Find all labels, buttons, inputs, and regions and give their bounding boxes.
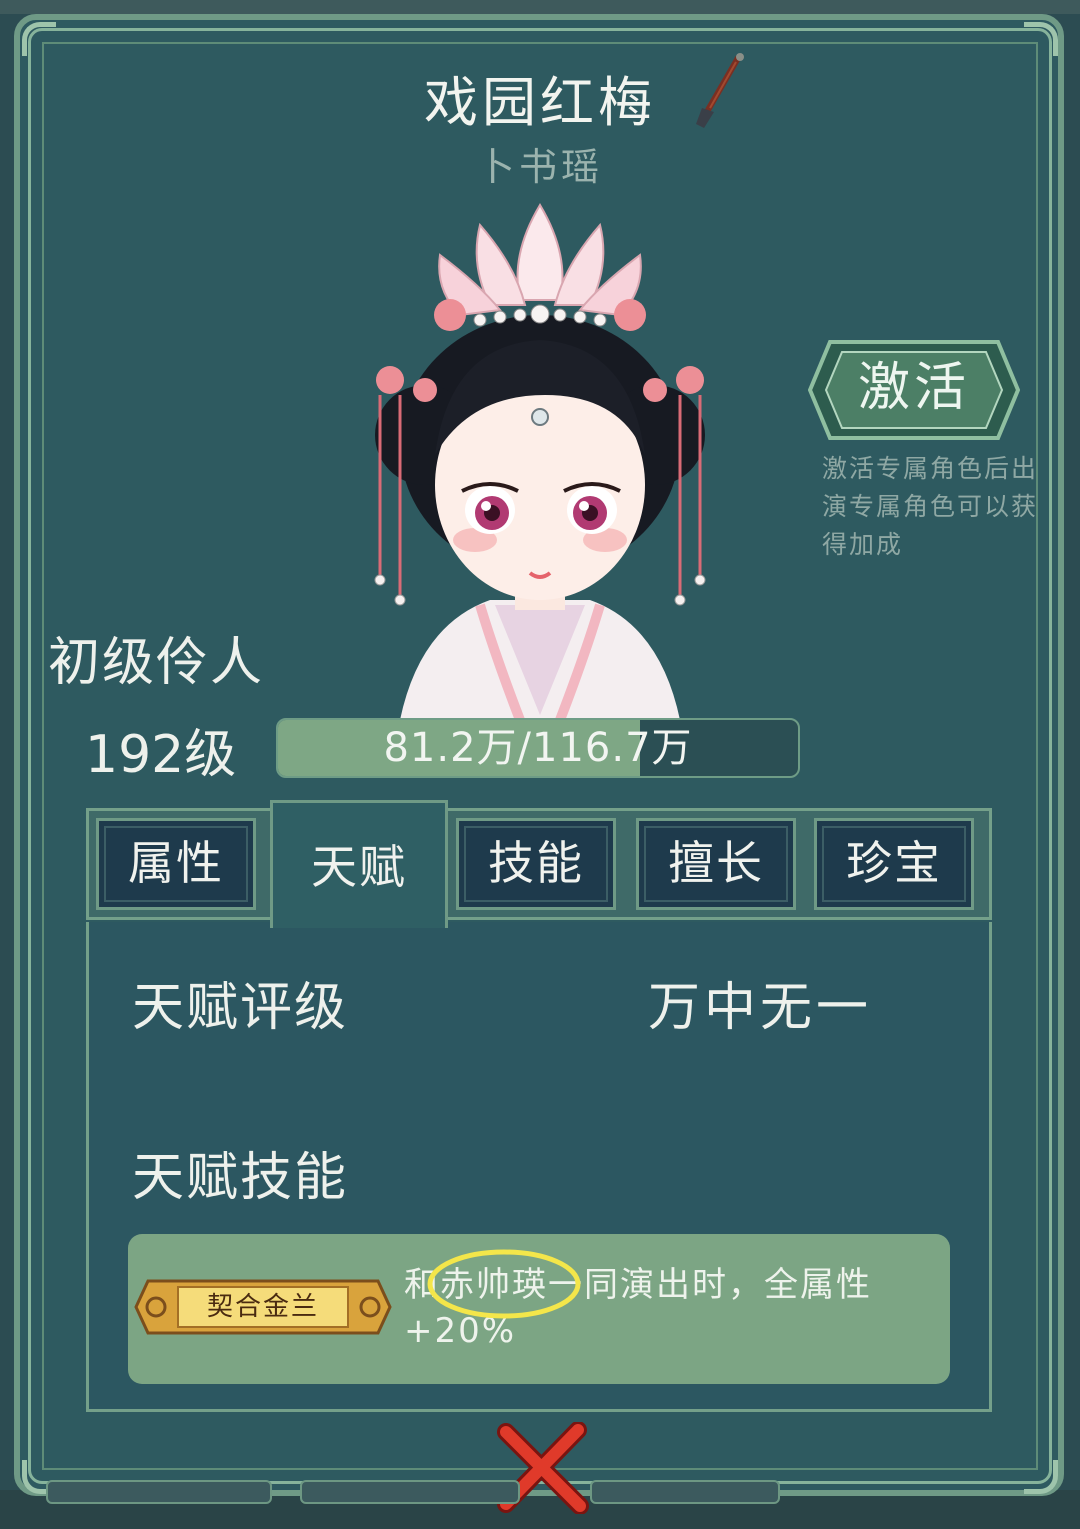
experience-bar: 81.2万/116.7万	[276, 718, 800, 778]
talent-grade-value: 万中无一	[648, 978, 873, 1038]
role-title: 戏园红梅	[424, 71, 656, 134]
talent-grade-label: 天赋评级	[132, 978, 349, 1038]
activate-description: 激活专属角色后出演专属角色可以获得加成	[822, 454, 1039, 559]
activate-button-label[interactable]: 激活	[808, 348, 1020, 428]
tab-inner-border	[822, 826, 966, 902]
skill-badge: 契合金兰	[206, 1292, 319, 1322]
frame-corner-ornament	[22, 22, 56, 56]
tab-attributes[interactable]: 属性	[96, 818, 256, 910]
tab-skills[interactable]: 技能	[456, 818, 616, 910]
character-level: 192级	[85, 725, 237, 785]
tab-talent[interactable]: 天赋	[270, 800, 448, 928]
tab-inner-border	[464, 826, 608, 902]
brush-icon[interactable]	[690, 52, 750, 132]
experience-text: 81.2万/116.7万	[383, 725, 693, 771]
tab-label: 天赋	[311, 840, 407, 894]
performer-rank: 初级伶人	[48, 633, 265, 693]
frame-corner-ornament	[1024, 22, 1058, 56]
character-portrait	[374, 203, 706, 720]
talent-skill-label: 天赋技能	[132, 1148, 349, 1208]
background-tab	[590, 1480, 780, 1504]
highlight-annotation	[427, 1249, 581, 1319]
background-tab	[46, 1480, 272, 1504]
tab-treasure[interactable]: 珍宝	[814, 818, 974, 910]
tab-specialty[interactable]: 擅长	[636, 818, 796, 910]
character-name: 卜书瑶	[476, 145, 603, 189]
tab-inner-border	[104, 826, 248, 902]
tab-inner-border	[644, 826, 788, 902]
background-tab	[300, 1480, 520, 1504]
